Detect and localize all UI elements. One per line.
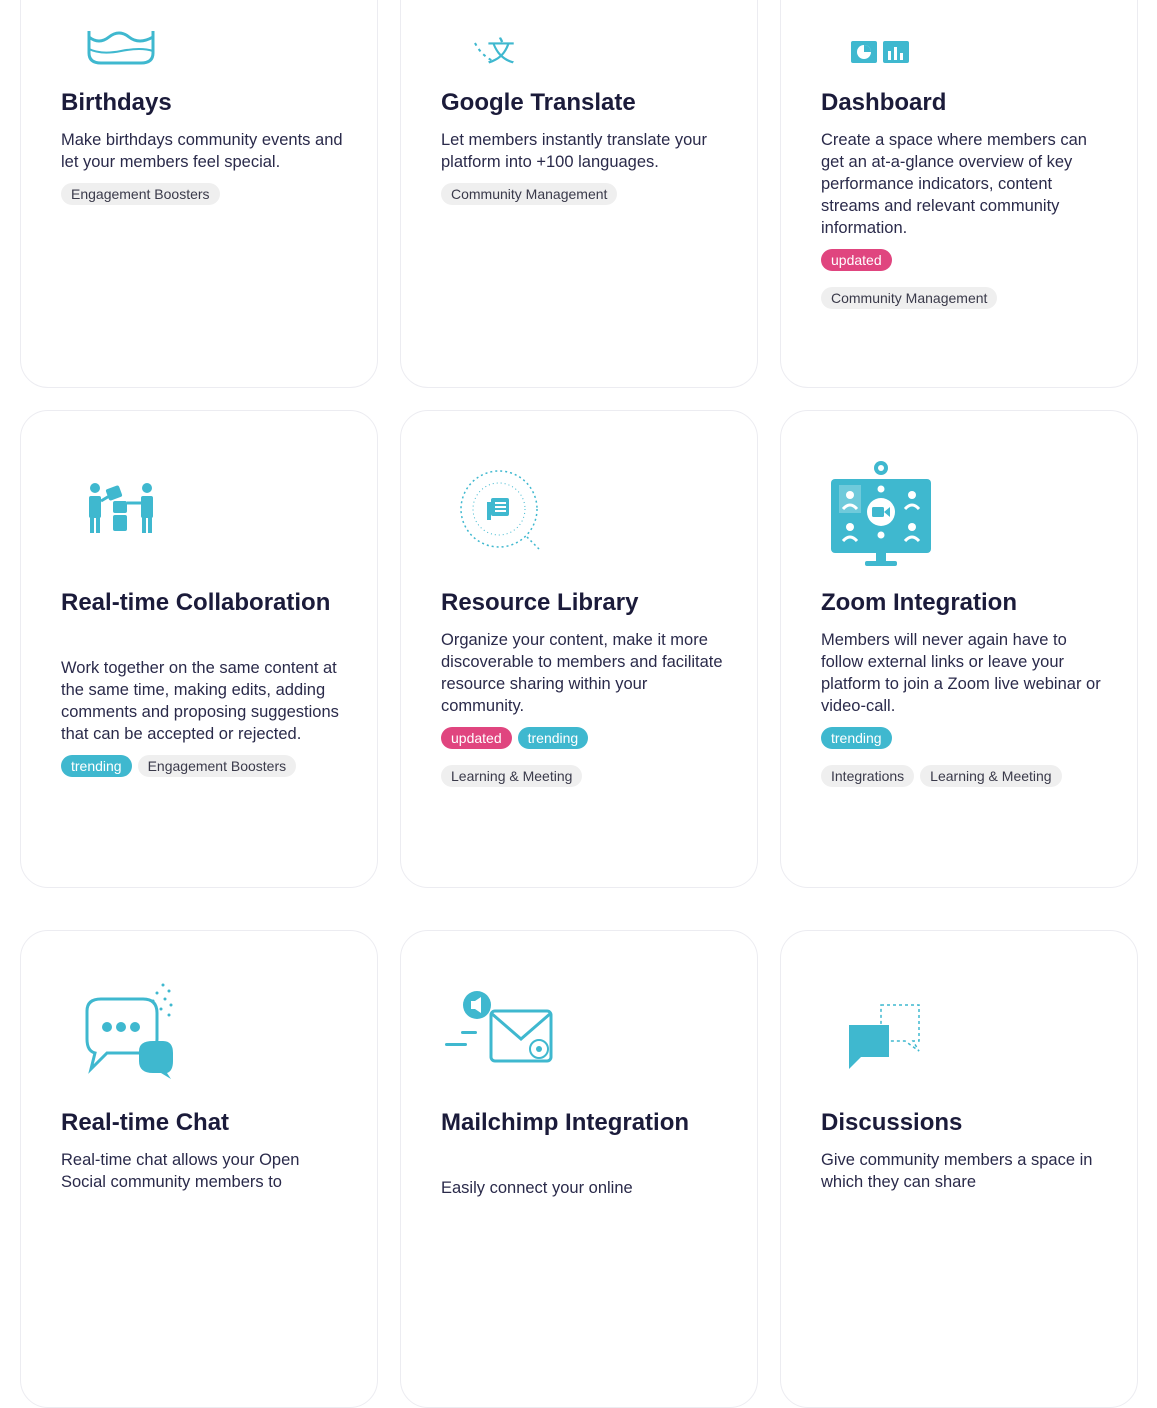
updated-badge: updated [441, 727, 512, 749]
updated-badge: updated [821, 249, 892, 271]
trending-badge: trending [517, 727, 589, 749]
dashboard-charts-icon [821, 0, 941, 71]
card-description: Create a space where members can get an … [821, 131, 1087, 237]
card-title: Dashboard [821, 89, 947, 116]
feature-card-resource-library[interactable]: Resource Library Organize your content, … [400, 410, 758, 888]
discussion-bubbles-icon [821, 971, 941, 1091]
card-description: Give community members a space in which … [821, 1151, 1093, 1191]
card-title: Discussions [821, 1109, 963, 1136]
translate-icon: 文 [441, 0, 561, 71]
tag-list: trending Engagement Boosters [61, 755, 343, 777]
feature-card-google-translate[interactable]: 文 Google Translate Let members instantly… [400, 0, 758, 388]
card-title: Resource Library [441, 589, 639, 616]
tag-list: Engagement Boosters [61, 183, 343, 205]
card-title: Google Translate [441, 89, 636, 116]
video-conference-monitor-icon [821, 451, 941, 571]
mail-envelope-icon [441, 971, 561, 1091]
feature-card-birthdays[interactable]: Birthdays Make birthdays community event… [20, 0, 378, 388]
feature-card-mailchimp-integration[interactable]: Mailchimp Integration Easily connect you… [400, 930, 758, 1408]
feature-card-realtime-collaboration[interactable]: Real-time Collaboration Work together on… [20, 410, 378, 888]
card-description: Let members instantly translate your pla… [441, 131, 707, 171]
category-tag[interactable]: Learning & Meeting [441, 765, 583, 787]
tag-list: updated trending Learning & Meeting [441, 727, 723, 787]
tag-list: Community Management [441, 183, 723, 205]
card-description: Easily connect your online [441, 1179, 633, 1197]
card-title: Zoom Integration [821, 589, 1017, 616]
tag-list: updated Community Management [821, 249, 1103, 309]
resource-library-search-icon [441, 451, 561, 571]
trending-badge: trending [821, 727, 892, 749]
collaboration-people-icon [61, 451, 181, 571]
category-tag[interactable]: Community Management [441, 183, 618, 205]
card-title: Birthdays [61, 89, 172, 116]
tag-list: trending Integrations Learning & Meeting [821, 727, 1103, 787]
category-tag[interactable]: Community Management [821, 287, 998, 309]
trending-badge: trending [61, 755, 132, 777]
category-tag[interactable]: Engagement Boosters [61, 183, 220, 205]
feature-card-realtime-chat[interactable]: Real-time Chat Real-time chat allows you… [20, 930, 378, 1408]
card-description: Real-time chat allows your Open Social c… [61, 1151, 300, 1191]
category-tag[interactable]: Learning & Meeting [920, 765, 1062, 787]
card-title: Real-time Chat [61, 1109, 230, 1136]
svg-text:文: 文 [487, 35, 515, 68]
card-title: Mailchimp Integration [441, 1109, 690, 1136]
birthday-cake-icon [61, 0, 181, 71]
card-description: Make birthdays community events and let … [61, 131, 343, 171]
card-description: Members will never again have to follow … [821, 631, 1101, 715]
card-title: Real-time Collaboration [61, 589, 331, 616]
card-description: Organize your content, make it more disc… [441, 631, 723, 715]
feature-card-dashboard[interactable]: Dashboard Create a space where members c… [780, 0, 1138, 388]
category-tag[interactable]: Engagement Boosters [137, 755, 297, 777]
feature-card-zoom-integration[interactable]: Zoom Integration Members will never agai… [780, 410, 1138, 888]
chat-bubbles-icon [61, 971, 181, 1091]
feature-card-discussions[interactable]: Discussions Give community members a spa… [780, 930, 1138, 1408]
category-tag[interactable]: Integrations [821, 765, 915, 787]
card-description: Work together on the same content at the… [61, 659, 339, 743]
